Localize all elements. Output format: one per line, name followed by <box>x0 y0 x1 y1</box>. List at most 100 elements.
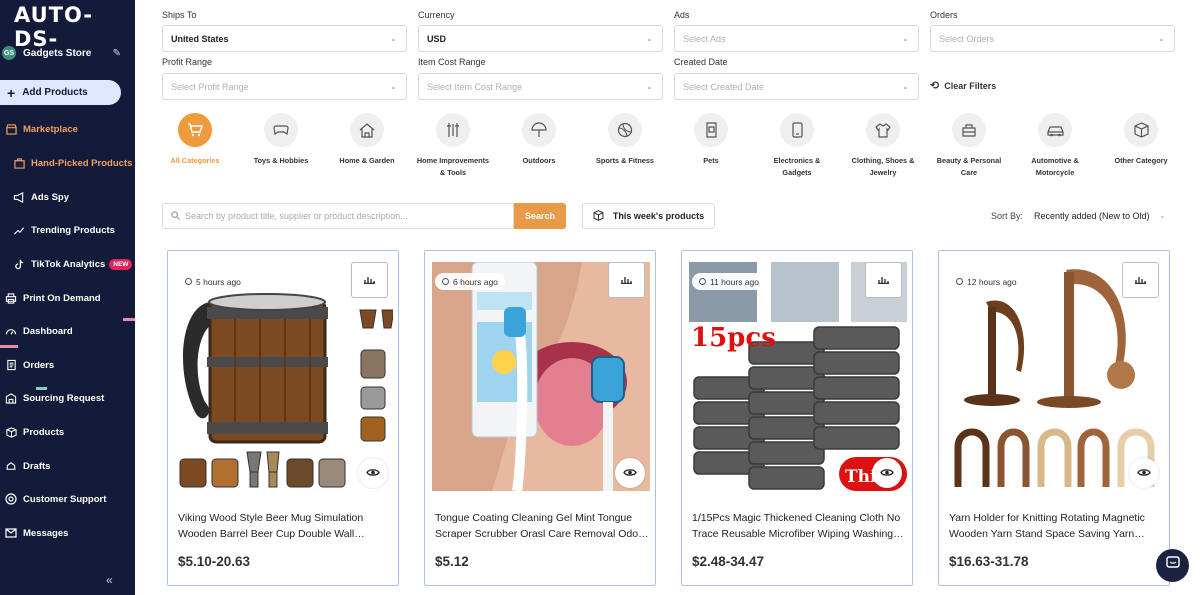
sidebar-item-products[interactable]: Products <box>0 422 135 442</box>
eye-button[interactable] <box>872 458 902 488</box>
clock-icon <box>442 278 449 285</box>
category-all[interactable]: All Categories <box>157 113 233 167</box>
product-card[interactable]: 5 hours ago Viking Wood Style Beer Mug S… <box>167 250 399 586</box>
category-clothing[interactable]: Clothing, Shoes & Jewelry <box>845 113 921 179</box>
created-date-select[interactable]: Select Created Date ⌄ <box>674 73 919 100</box>
item-cost-range-label: Item Cost Range <box>418 57 486 67</box>
ships-to-value: United States <box>171 33 229 44</box>
category-sports[interactable]: Sports & Fitness <box>587 113 663 167</box>
sidebar-item-messages[interactable]: Messages <box>0 523 135 543</box>
chevron-down-icon: ⌄ <box>646 82 653 91</box>
category-home-improvement[interactable]: Home Improvements & Tools <box>415 113 491 179</box>
product-card[interactable]: 12 hours ago Yarn Holder for Knitting Ro… <box>938 250 1170 586</box>
profit-range-select[interactable]: Select Profit Range ⌄ <box>162 73 407 100</box>
item-cost-range-select[interactable]: Select Item Cost Range ⌄ <box>418 73 663 100</box>
time-label: 12 hours ago <box>967 276 1017 287</box>
ads-select[interactable]: Select Ads ⌄ <box>674 25 919 52</box>
category-label: Beauty & Personal Care <box>936 156 1002 177</box>
category-pets[interactable]: Pets <box>673 113 749 167</box>
category-electronics[interactable]: Electronics & Gadgets <box>759 113 835 179</box>
category-outdoors[interactable]: Outdoors <box>501 113 577 167</box>
cube-icon <box>593 209 604 223</box>
stats-button[interactable] <box>865 262 902 298</box>
sidebar-item-sourcing[interactable]: Sourcing Request <box>0 388 135 408</box>
stats-button[interactable] <box>351 262 388 298</box>
search-input[interactable] <box>185 211 513 221</box>
ball-icon <box>608 113 642 147</box>
sidebar-item-hand-picked[interactable]: Hand-Picked Products <box>0 153 135 173</box>
sidebar-item-tiktok[interactable]: TikTok Analytics NEW <box>0 254 135 274</box>
store-selector[interactable]: GS Gadgets Store ✎ <box>0 42 135 64</box>
sort-select[interactable]: Recently added (New to Old) <box>1034 211 1150 221</box>
time-badge: 5 hours ago <box>178 273 248 290</box>
category-label: Toys & Hobbies <box>253 156 309 165</box>
cart-icon <box>178 113 212 147</box>
product-title[interactable]: 1/15Pcs Magic Thickened Cleaning Cloth N… <box>692 510 906 542</box>
product-title[interactable]: Viking Wood Style Beer Mug Simulation Wo… <box>178 510 392 542</box>
search-button[interactable]: Search <box>514 203 566 229</box>
trending-icon <box>12 223 26 237</box>
divider <box>0 345 18 348</box>
bar-chart-icon <box>878 271 889 289</box>
ships-to-select[interactable]: United States ⌄ <box>162 25 407 52</box>
time-badge: 11 hours ago <box>692 273 766 290</box>
eye-button[interactable] <box>615 458 645 488</box>
clock-icon <box>185 278 192 285</box>
gamepad-icon <box>264 113 298 147</box>
sidebar-item-marketplace[interactable]: Marketplace <box>0 119 135 139</box>
category-home-garden[interactable]: Home & Garden <box>329 113 405 167</box>
sidebar-item-print-on-demand[interactable]: Print On Demand <box>0 288 135 308</box>
chat-button[interactable] <box>1156 549 1189 582</box>
add-products-button[interactable]: + Add Products <box>0 80 121 105</box>
sidebar-item-trending[interactable]: Trending Products <box>0 220 135 240</box>
bar-chart-icon <box>1135 271 1146 289</box>
category-label: Electronics & Gadgets <box>773 156 821 177</box>
product-title[interactable]: Yarn Holder for Knitting Rotating Magnet… <box>949 510 1163 542</box>
product-price: $5.12 <box>435 554 469 569</box>
sidebar-item-label: Print On Demand <box>23 292 101 304</box>
sidebar-item-orders[interactable]: Orders <box>0 355 135 375</box>
category-automotive[interactable]: Automotive & Motorcycle <box>1017 113 1093 179</box>
category-label: All Categories <box>170 156 220 165</box>
shirt-icon <box>866 113 900 147</box>
sidebar-item-dashboard[interactable]: Dashboard <box>0 321 135 341</box>
drafts-icon <box>4 459 18 473</box>
clear-filters-button[interactable]: ⟲ Clear Filters <box>930 79 996 92</box>
sidebar-item-ads-spy[interactable]: Ads Spy <box>0 187 135 207</box>
plus-icon: + <box>7 84 16 101</box>
category-toys[interactable]: Toys & Hobbies <box>243 113 319 167</box>
sidebar-item-drafts[interactable]: Drafts <box>0 456 135 476</box>
car-icon <box>1038 113 1072 147</box>
eye-button[interactable] <box>358 458 388 488</box>
chevron-down-icon[interactable]: ⌄ <box>1159 211 1166 220</box>
eye-button[interactable] <box>1129 458 1159 488</box>
new-badge: NEW <box>109 258 133 270</box>
search-field[interactable] <box>162 203 514 229</box>
this-week-button[interactable]: This week's products <box>582 203 715 229</box>
home-icon <box>350 113 384 147</box>
sidebar-item-customer-support[interactable]: Customer Support <box>0 489 135 509</box>
sidebar-item-label: Sourcing Request <box>23 392 105 404</box>
product-price: $5.10-20.63 <box>178 554 251 569</box>
stats-button[interactable] <box>608 262 645 298</box>
category-other[interactable]: Other Category <box>1103 113 1179 167</box>
currency-value: USD <box>427 33 447 44</box>
stats-button[interactable] <box>1122 262 1159 298</box>
product-card[interactable]: 15pcs Thick 11 hours ago 1/15Pcs Magic T… <box>681 250 913 586</box>
sidebar-item-label: TikTok Analytics <box>31 258 106 270</box>
sidebar-item-label: Drafts <box>23 460 51 472</box>
product-title[interactable]: Tongue Coating Cleaning Gel Mint Tongue … <box>435 510 649 542</box>
currency-select[interactable]: USD ⌄ <box>418 25 663 52</box>
collapse-sidebar-button[interactable]: « <box>106 573 113 587</box>
sidebar-item-label: Trending Products <box>31 224 115 236</box>
pencil-icon[interactable]: ✎ <box>113 48 121 59</box>
category-beauty[interactable]: Beauty & Personal Care <box>931 113 1007 179</box>
product-card[interactable]: 6 hours ago Tongue Coating Cleaning Gel … <box>424 250 656 586</box>
orders-select[interactable]: Select Orders ⌄ <box>930 25 1175 52</box>
eye-icon <box>880 464 894 482</box>
mail-icon <box>4 526 18 540</box>
category-label: Pets <box>703 156 719 165</box>
ads-label: Ads <box>674 10 690 20</box>
eye-icon <box>623 464 637 482</box>
store-avatar: GS <box>2 46 16 60</box>
